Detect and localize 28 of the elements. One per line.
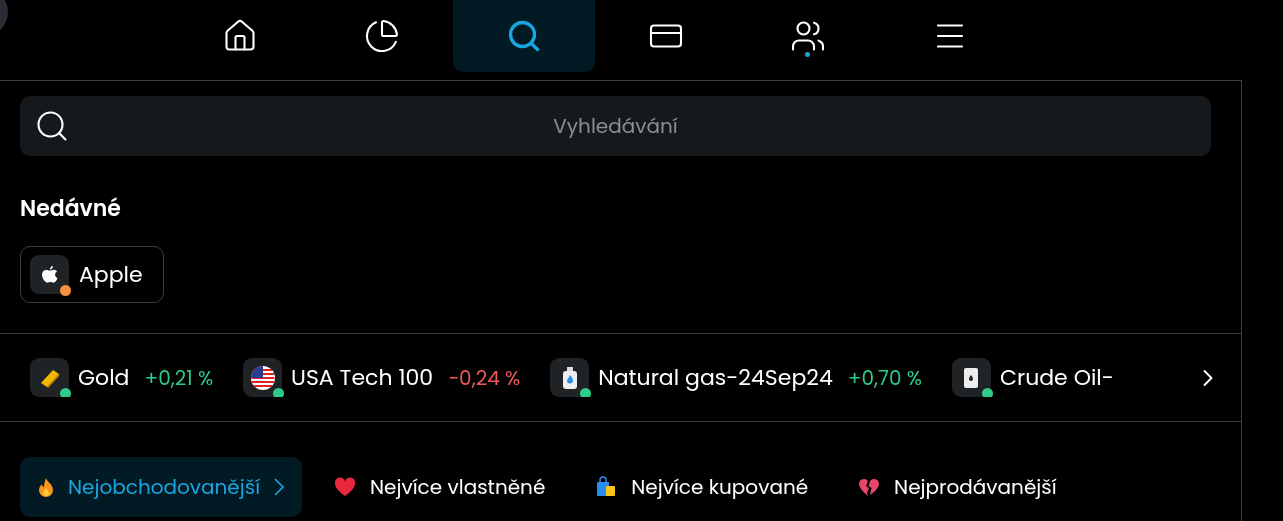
asset-name[interactable]: Gold bbox=[78, 361, 130, 394]
asset-name[interactable]: Natural gas-24Sep24 bbox=[598, 361, 833, 394]
oil-barrel-icon bbox=[962, 365, 981, 390]
apple-icon bbox=[40, 264, 59, 285]
price-change: +0,21 % bbox=[144, 362, 214, 393]
us-flag-icon bbox=[249, 364, 276, 391]
recent-chip[interactable]: Apple bbox=[20, 246, 164, 303]
flame-icon bbox=[38, 477, 54, 497]
price-change: +0,70 % bbox=[847, 362, 922, 393]
asset-name[interactable]: Crude Oil- bbox=[999, 361, 1114, 394]
broken-heart-icon bbox=[858, 477, 881, 497]
search-field[interactable]: Vyhledávání bbox=[20, 96, 1211, 156]
search-icon bbox=[506, 18, 542, 54]
category-tab[interactable]: Nejobchodovanější bbox=[20, 457, 303, 517]
nav-tab[interactable] bbox=[453, 0, 595, 72]
asset-name[interactable]: USA Tech 100 bbox=[291, 361, 434, 394]
home-icon bbox=[222, 18, 258, 54]
section-title: Nedávné bbox=[20, 194, 122, 224]
shopping-bags-icon bbox=[595, 476, 618, 498]
gas-cylinder-icon bbox=[560, 365, 579, 390]
category-tab[interactable]: Nejvíce kupované bbox=[577, 457, 827, 517]
pie-chart-icon bbox=[364, 18, 400, 54]
price-change: −0,24 % bbox=[448, 362, 521, 393]
category-tab[interactable]: Nejvíce vlastněné bbox=[316, 457, 564, 517]
chevron-right-icon bbox=[274, 478, 285, 496]
category-tab[interactable]: Nejprodávanější bbox=[840, 457, 1075, 517]
search-icon bbox=[34, 108, 70, 144]
heart-icon bbox=[334, 477, 357, 497]
